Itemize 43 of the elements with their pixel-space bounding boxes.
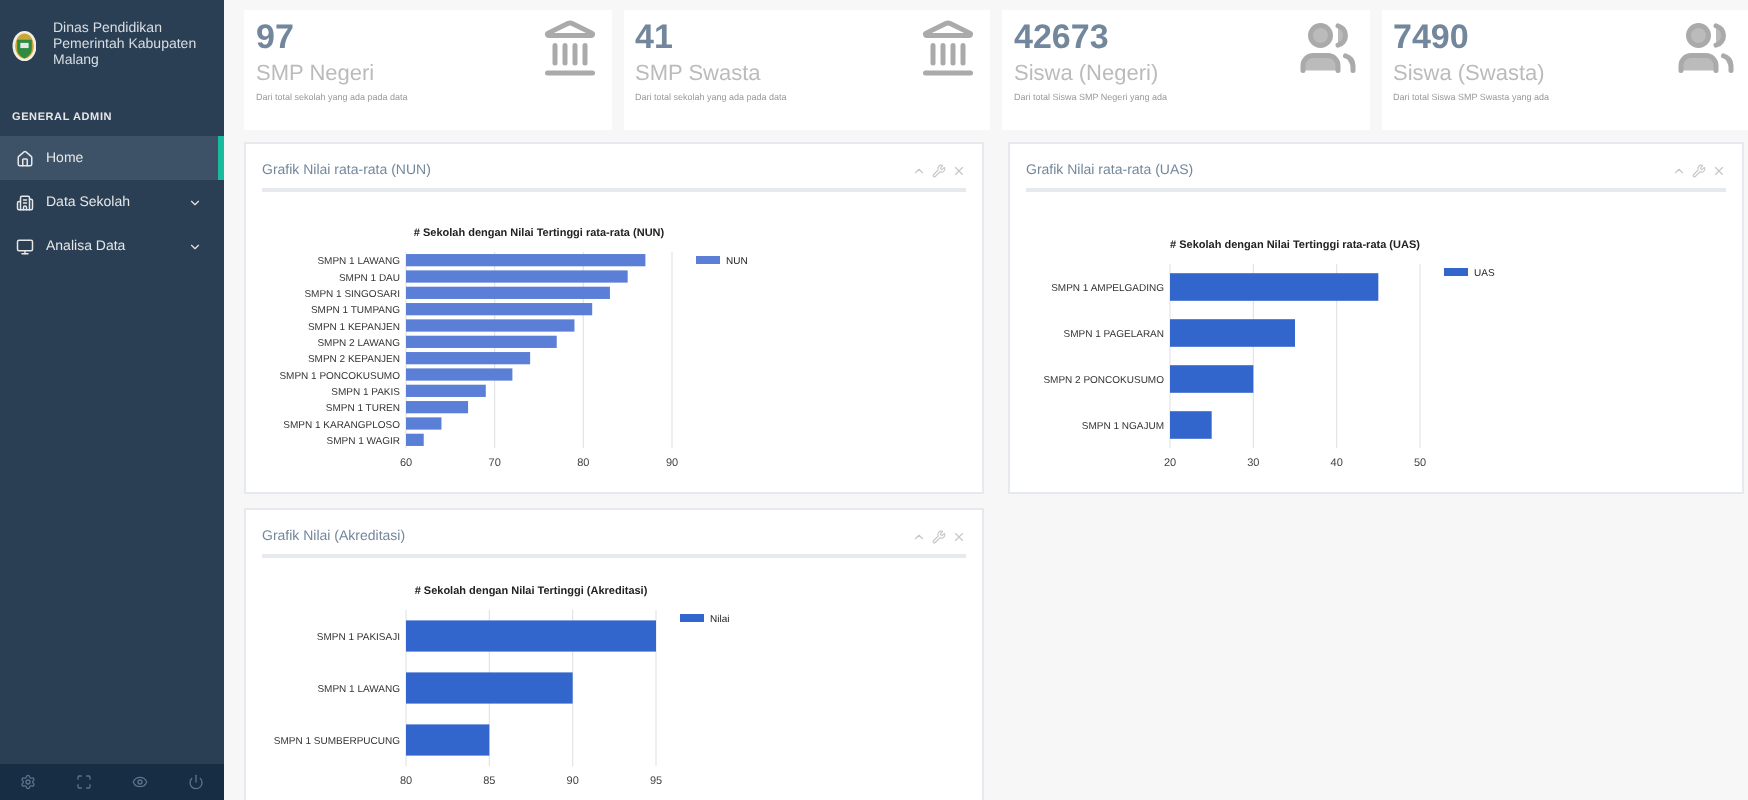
chart-bar — [406, 417, 442, 430]
stat-value: 97 — [256, 18, 296, 58]
stat-value: 41 — [635, 18, 675, 58]
power-icon[interactable] — [188, 774, 204, 790]
chart-bar — [406, 724, 490, 756]
stat-label: SMP Negeri — [256, 62, 377, 86]
close-icon[interactable] — [1712, 163, 1726, 177]
chart-bar — [406, 401, 469, 414]
wrench-icon[interactable] — [932, 529, 946, 543]
chevron-icon — [188, 239, 202, 253]
legend-swatch — [696, 256, 720, 264]
chart-bar — [1170, 365, 1254, 393]
close-icon[interactable] — [952, 529, 966, 543]
nav-icon — [16, 237, 34, 255]
settings-icon[interactable] — [20, 774, 36, 790]
chart-bar — [406, 368, 513, 381]
fullscreen-icon[interactable] — [76, 774, 92, 790]
stat-label: Siswa (Negeri) — [1014, 62, 1161, 86]
nav-icon — [16, 149, 34, 167]
chart-bar — [406, 433, 424, 446]
chevron-icon — [188, 195, 202, 209]
stat-label: SMP Swasta — [635, 62, 763, 86]
users-icon — [1297, 18, 1357, 78]
wrench-icon[interactable] — [1692, 163, 1706, 177]
eye-icon[interactable] — [132, 774, 148, 790]
chart-bar — [1170, 319, 1295, 347]
collapse-icon[interactable] — [1672, 163, 1686, 177]
bank-icon — [539, 18, 599, 78]
stat-value: 42673 — [1014, 18, 1111, 58]
stat-label: Siswa (Swasta) — [1393, 62, 1547, 86]
wrench-icon[interactable] — [932, 163, 946, 177]
users-icon — [1676, 18, 1736, 78]
bank-icon — [918, 18, 978, 78]
collapse-icon[interactable] — [912, 163, 926, 177]
nav-icon — [16, 193, 34, 211]
close-icon[interactable] — [952, 163, 966, 177]
stat-value: 7490 — [1393, 18, 1471, 58]
collapse-icon[interactable] — [912, 529, 926, 543]
chart-bar — [406, 384, 486, 397]
legend-swatch — [680, 614, 704, 622]
legend-swatch — [1444, 268, 1468, 276]
chart-bar — [1170, 411, 1212, 439]
chart-bar — [406, 352, 531, 365]
